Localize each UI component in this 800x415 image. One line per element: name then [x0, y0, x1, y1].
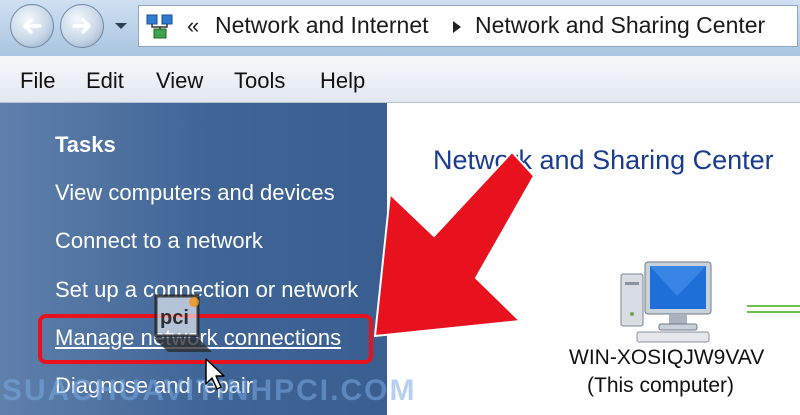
breadcrumb-network-and-sharing-center[interactable]: Network and Sharing Center: [475, 12, 765, 39]
breadcrumb-arrow-icon[interactable]: [451, 20, 463, 39]
watermark-logo-text: pci: [160, 307, 189, 329]
network-folder-icon: [145, 13, 175, 46]
watermark-logo: pci: [148, 288, 218, 363]
chevron-down-icon: [115, 23, 127, 29]
forward-arrow-icon: [72, 18, 91, 34]
menu-edit[interactable]: Edit: [86, 68, 124, 94]
breadcrumb-overflow[interactable]: «: [187, 13, 199, 39]
recent-pages-button[interactable]: [112, 17, 130, 35]
task-view-computers-and-devices[interactable]: View computers and devices: [55, 180, 335, 206]
menu-bar: File Edit View Tools Help: [0, 56, 800, 103]
computer-subtitle: (This computer): [587, 374, 735, 397]
computer-icon[interactable]: [619, 256, 714, 351]
breadcrumb-network-and-internet[interactable]: Network and Internet: [215, 12, 429, 39]
breadcrumb[interactable]: « Network and Internet Network and Shari…: [138, 5, 798, 47]
task-connect-to-a-network[interactable]: Connect to a network: [55, 228, 263, 254]
menu-file[interactable]: File: [20, 68, 55, 94]
back-button[interactable]: [10, 4, 54, 48]
address-bar: « Network and Internet Network and Shari…: [0, 0, 800, 56]
tasks-heading: Tasks: [55, 132, 116, 157]
menu-help[interactable]: Help: [320, 68, 365, 94]
forward-button[interactable]: [60, 4, 104, 48]
menu-tools[interactable]: Tools: [234, 68, 285, 94]
network-link-line: [747, 305, 800, 307]
mouse-cursor-icon: [205, 358, 227, 397]
task-pane: Tasks View computers and devices Connect…: [0, 103, 387, 415]
content-area: Network and Sharing Center WIN-XOSIQJW9V…: [387, 103, 800, 415]
page-title: Network and Sharing Center: [433, 145, 774, 175]
back-arrow-icon: [23, 18, 42, 34]
network-link-line: [747, 311, 800, 313]
menu-view[interactable]: View: [156, 68, 203, 94]
computer-name: WIN-XOSIQJW9VAV: [569, 346, 765, 369]
